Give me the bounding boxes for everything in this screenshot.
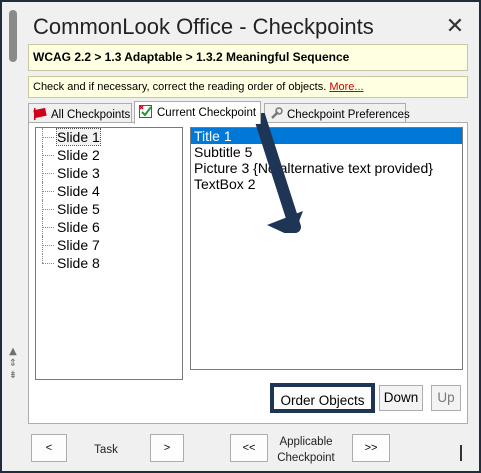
slide-item[interactable]: Slide 5 <box>36 200 182 218</box>
scroll-updown-icon[interactable]: ⇕ <box>7 358 19 370</box>
slide-item[interactable]: Slide 7 <box>36 236 182 254</box>
scroll-down-icon[interactable]: ⇟ <box>7 370 19 382</box>
slides-tree[interactable]: Slide 1 Slide 2 Slide 3 Slide 4 Slide 5 … <box>35 127 183 380</box>
object-item[interactable]: Picture 3 {No alternative text provided} <box>191 160 462 176</box>
slide-item[interactable]: Slide 2 <box>36 146 182 164</box>
flag-icon <box>33 107 47 120</box>
checkpoint-panel: Slide 1 Slide 2 Slide 3 Slide 4 Slide 5 … <box>28 113 468 424</box>
resize-grip[interactable] <box>460 445 462 461</box>
tab-bar: All Checkpoints Current Checkpoint Check… <box>28 101 468 124</box>
checkpoint-next-button[interactable]: >> <box>352 434 390 462</box>
scroll-up-icon[interactable]: ▲ <box>7 346 19 358</box>
slide-item[interactable]: Slide 4 <box>36 182 182 200</box>
scrollbar-thumb[interactable] <box>9 10 17 62</box>
checkpoint-path: WCAG 2.2 > 1.3 Adaptable > 1.3.2 Meaning… <box>28 44 468 71</box>
check-icon <box>139 105 152 118</box>
navigation-bar: < Task > << Applicable Checkpoint >> <box>28 430 468 468</box>
checkpoint-label-line1: Applicable <box>279 436 333 448</box>
tab-label: Current Checkpoint <box>157 107 257 119</box>
slide-item[interactable]: Slide 1 <box>36 128 182 146</box>
task-next-button[interactable]: > <box>150 434 184 462</box>
slide-item[interactable]: Slide 8 <box>36 254 182 272</box>
tab-label: All Checkpoints <box>51 109 131 121</box>
slide-item[interactable]: Slide 3 <box>36 164 182 182</box>
tab-current-checkpoint[interactable]: Current Checkpoint <box>134 101 261 124</box>
object-item[interactable]: TextBox 2 <box>191 176 462 192</box>
tab-all-checkpoints[interactable]: All Checkpoints <box>28 103 132 123</box>
down-button[interactable]: Down <box>379 385 423 411</box>
object-item[interactable]: Title 1 <box>191 128 462 144</box>
up-button[interactable]: Up <box>431 385 461 411</box>
order-objects-button[interactable]: Order Objects <box>270 383 375 413</box>
window-title: CommonLook Office - Checkpoints <box>33 14 374 39</box>
checkpoint-prev-button[interactable]: << <box>230 434 268 462</box>
description-text: Check and if necessary, correct the read… <box>33 81 330 93</box>
task-label: Task <box>94 444 118 456</box>
slide-item[interactable]: Slide 6 <box>36 218 182 236</box>
object-item[interactable]: Subtitle 5 <box>191 144 462 160</box>
close-icon[interactable]: ✕ <box>441 14 469 42</box>
checkpoint-description: Check and if necessary, correct the read… <box>28 76 468 98</box>
checkpoint-label-line2: Checkpoint <box>277 452 335 464</box>
left-scrollbar[interactable]: ▲ ⇕ ⇟ <box>4 4 21 471</box>
more-link[interactable]: More... <box>329 81 363 93</box>
objects-list[interactable]: Title 1 Subtitle 5 Picture 3 {No alterna… <box>190 127 463 370</box>
scroll-arrows[interactable]: ▲ ⇕ ⇟ <box>7 346 19 382</box>
task-prev-button[interactable]: < <box>31 434 67 462</box>
callout-arrow-icon <box>253 113 303 233</box>
